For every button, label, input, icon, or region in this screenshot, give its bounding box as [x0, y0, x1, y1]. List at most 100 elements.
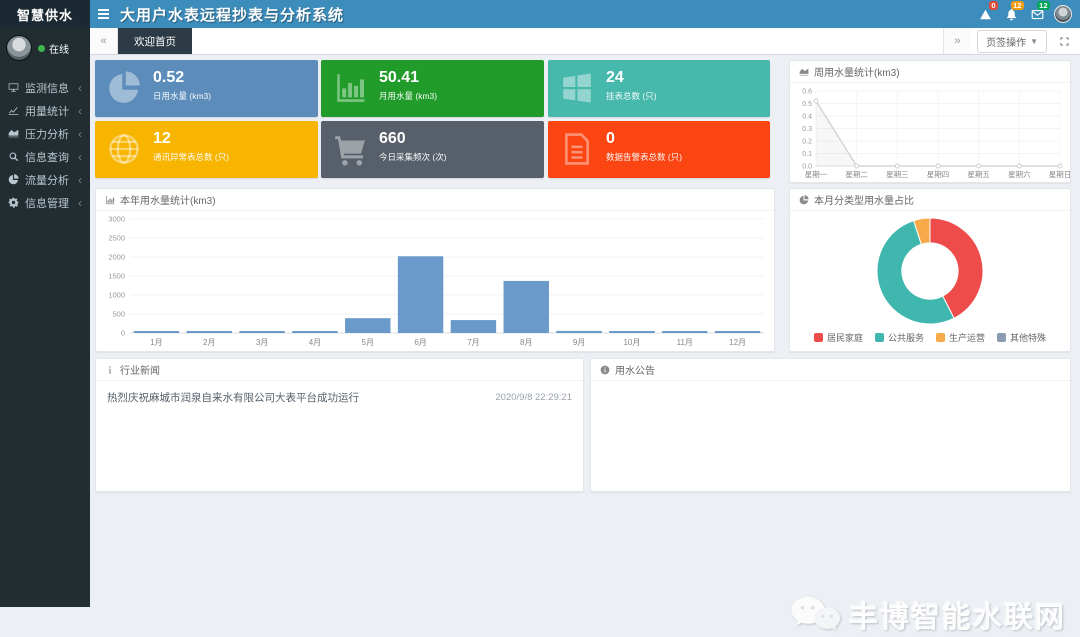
bar-chart-icon [333, 71, 367, 105]
area-chart-icon [8, 128, 19, 139]
main-content: 0.52 日用水量 (km3) 50.41 月用水量 (km3) 24 挂表总数… [90, 55, 1080, 607]
legend-item[interactable]: 生产运营 [936, 331, 985, 344]
svg-text:9月: 9月 [573, 338, 585, 347]
app-title: 大用户水表远程抄表与分析系统 [120, 4, 344, 25]
stat-card-alarm-total[interactable]: 0 数据告警表总数 (只) [548, 121, 770, 178]
tabs-scroll-right-button[interactable]: » [943, 28, 971, 54]
user-avatar[interactable] [1054, 5, 1072, 23]
svg-text:8月: 8月 [520, 338, 532, 347]
stat-card-comm-error[interactable]: 12 通讯异常表总数 (只) [95, 121, 318, 178]
app-logo[interactable]: 智慧供水 [0, 0, 90, 28]
sidebar-item-info-query[interactable]: 信息查询‹ [0, 145, 90, 168]
stat-card-monthly-usage[interactable]: 50.41 月用水量 (km3) [321, 60, 544, 117]
svg-text:星期六: 星期六 [1008, 169, 1031, 179]
info-circle-icon [600, 365, 610, 375]
svg-text:2月: 2月 [203, 338, 215, 347]
fullscreen-button[interactable] [1055, 36, 1074, 47]
panel-title: 本年用水量统计(km3) [120, 192, 216, 207]
stat-label: 今日采集频次 (次) [379, 151, 447, 163]
stat-card-meter-total[interactable]: 24 挂表总数 (只) [548, 60, 770, 117]
messages-button[interactable]: 12 [1024, 0, 1050, 28]
svg-text:0.2: 0.2 [802, 139, 812, 146]
news-item-time: 2020/9/8 22:29:21 [495, 392, 572, 403]
legend-item[interactable]: 其他特殊 [997, 331, 1046, 344]
legend-swatch [875, 333, 884, 342]
desktop-icon [8, 82, 19, 93]
stat-label: 通讯异常表总数 (只) [153, 151, 229, 163]
svg-text:星期二: 星期二 [845, 170, 868, 179]
svg-text:2000: 2000 [108, 253, 125, 262]
legend-item[interactable]: 公共服务 [875, 331, 924, 344]
chevron-left-icon: ‹ [78, 128, 82, 140]
chevron-left-icon: ‹ [78, 197, 82, 209]
hamburger-menu-icon[interactable] [90, 0, 116, 28]
legend-swatch [997, 333, 1006, 342]
tab-welcome-home[interactable]: 欢迎首页 [118, 28, 192, 54]
stat-label: 日用水量 (km3) [153, 90, 211, 102]
svg-text:星期三: 星期三 [886, 170, 909, 179]
double-chevron-left-icon: « [100, 35, 106, 47]
windows-grid-icon [560, 71, 594, 105]
stat-value: 660 [379, 130, 406, 148]
double-chevron-right-icon: » [955, 35, 961, 47]
legend-swatch [936, 333, 945, 342]
sidebar-item-monitoring[interactable]: 监测信息‹ [0, 76, 90, 99]
svg-text:星期日: 星期日 [1049, 170, 1070, 179]
sidebar-user-panel: 在线 [0, 28, 90, 68]
legend-label: 生产运营 [949, 331, 985, 344]
stat-value: 0.52 [153, 69, 184, 87]
svg-text:3月: 3月 [256, 338, 268, 347]
news-item[interactable]: 热烈庆祝麻城市润泉自来水有限公司大表平台成功运行 2020/9/8 22:29:… [96, 381, 583, 414]
svg-text:5月: 5月 [362, 338, 374, 347]
sidebar-item-flow-analysis[interactable]: 流量分析‹ [0, 168, 90, 191]
sidebar-item-pressure-analysis[interactable]: 压力分析 ‹ [0, 122, 90, 145]
news-item-text: 热烈庆祝麻城市润泉自来水有限公司大表平台成功运行 [107, 390, 359, 405]
yearly-usage-chart: 0500100015002000250030001月2月3月4月5月6月7月8月… [96, 211, 774, 349]
svg-text:0.3: 0.3 [802, 126, 812, 133]
pie-chart-icon [799, 195, 809, 205]
tabs-scroll-left-button[interactable]: « [90, 28, 118, 54]
watermark-text: 丰博智能水联网 [849, 594, 1066, 636]
stat-value: 0 [606, 130, 615, 148]
stat-card-daily-usage[interactable]: 0.52 日用水量 (km3) [95, 60, 318, 117]
notifications-button[interactable]: 12 [998, 0, 1024, 28]
pie-chart-icon [8, 174, 19, 185]
online-status-icon [38, 45, 45, 52]
panel-title: 本月分类型用水量占比 [814, 192, 914, 207]
sidebar-item-label: 信息查询 [25, 149, 72, 165]
svg-text:2500: 2500 [108, 234, 125, 243]
legend-label: 居民家庭 [827, 331, 863, 344]
usage-type-panel: 本月分类型用水量占比 居民家庭公共服务 生产运营其他特殊 [789, 188, 1071, 352]
svg-text:7月: 7月 [467, 338, 479, 347]
stat-card-collect-count[interactable]: 660 今日采集频次 (次) [321, 121, 544, 178]
sidebar-item-info-management[interactable]: 信息管理 ‹ [0, 191, 90, 214]
area-chart-icon [799, 67, 809, 77]
svg-text:11月: 11月 [677, 338, 693, 347]
tab-operations-dropdown[interactable]: 页签操作 ▼ [977, 30, 1047, 53]
sidebar-item-usage-stats[interactable]: 用量统计‹ [0, 99, 90, 122]
sidebar-item-label: 流量分析 [25, 172, 72, 188]
sidebar-user-avatar[interactable] [6, 35, 32, 61]
legend-item[interactable]: 居民家庭 [814, 331, 863, 344]
svg-text:500: 500 [112, 310, 125, 319]
svg-text:3000: 3000 [108, 215, 125, 224]
svg-text:0.6: 0.6 [802, 89, 812, 96]
water-notice-panel: 用水公告 [590, 358, 1071, 492]
panel-title: 周用水量统计(km3) [814, 64, 900, 79]
industry-news-panel: 行业新闻 热烈庆祝麻城市润泉自来水有限公司大表平台成功运行 2020/9/8 2… [95, 358, 584, 492]
sidebar-menu: 监测信息‹ 用量统计‹ 压力分析 ‹ 信息查询‹ 流量分析‹ 信息管理 ‹ [0, 76, 90, 214]
pie-chart-icon [107, 71, 141, 105]
donut-legend: 居民家庭公共服务 生产运营其他特殊 [790, 327, 1070, 347]
wechat-icon [789, 593, 841, 637]
line-chart-icon [8, 105, 19, 116]
top-header: 智慧供水 大用户水表远程抄表与分析系统 0 12 12 [0, 0, 1080, 28]
sidebar-item-label: 信息管理 [25, 195, 72, 211]
sidebar-item-label: 压力分析 [25, 126, 72, 142]
svg-text:0.5: 0.5 [802, 101, 812, 108]
notifications-badge: 12 [1011, 1, 1024, 10]
weekly-usage-chart: 0.00.10.20.30.40.50.6星期一星期二星期三星期四星期五星期六星… [790, 83, 1070, 180]
watermark: 丰博智能水联网 [789, 593, 1066, 637]
stat-value: 12 [153, 130, 171, 148]
expand-arrows-icon [1059, 36, 1070, 47]
warnings-button[interactable]: 0 [972, 0, 998, 28]
